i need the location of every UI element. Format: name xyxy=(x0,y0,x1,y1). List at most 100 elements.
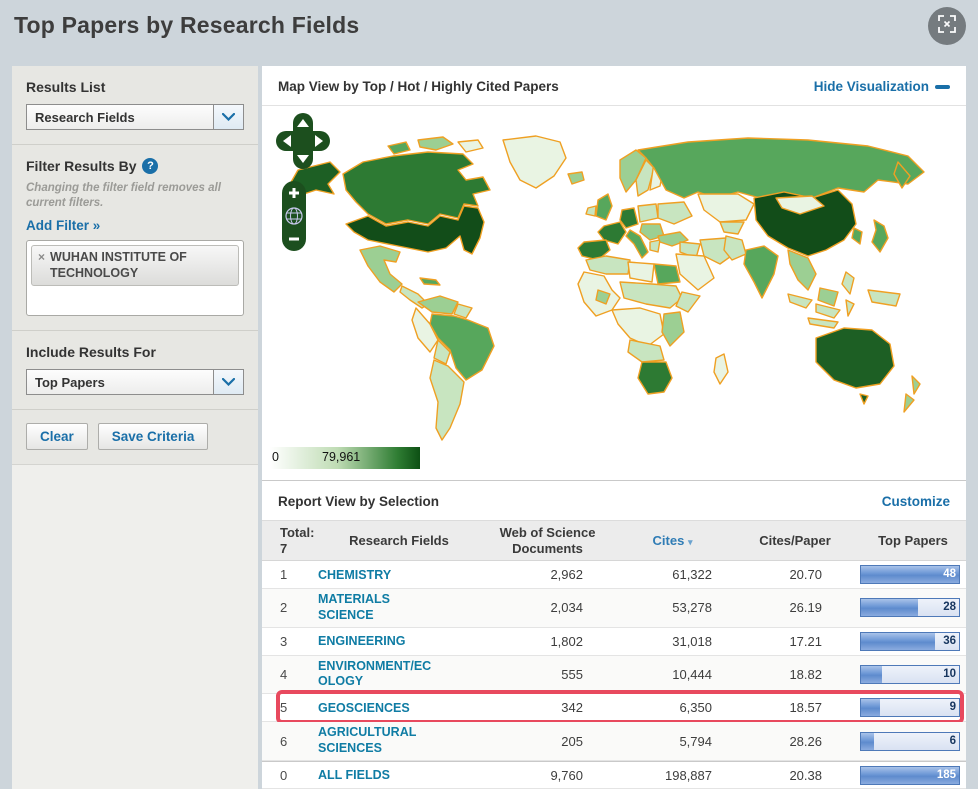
include-results-section: Include Results For Top Papers xyxy=(12,329,258,409)
zoom-control[interactable] xyxy=(282,181,306,251)
cites-per-paper-cell: 26.19 xyxy=(789,600,822,616)
filter-results-label: Filter Results By xyxy=(26,158,137,174)
filter-tag-label: WUHAN INSTITUTE OF TECHNOLOGY xyxy=(50,249,187,280)
remove-filter-icon[interactable]: × xyxy=(38,250,45,281)
top-papers-bar: 28 xyxy=(860,598,960,618)
top-papers-bar: 48 xyxy=(860,565,960,585)
cites-cell: 31,018 xyxy=(672,633,712,649)
field-link[interactable]: CHEMISTRY xyxy=(318,568,391,584)
cites-cell: 53,278 xyxy=(672,600,712,616)
report-section: Report View by Selection Customize Total… xyxy=(262,479,966,789)
field-link[interactable]: MATERIALS SCIENCE xyxy=(318,592,438,623)
research-fields-header: Research Fields xyxy=(349,532,449,548)
top-papers-bar: 6 xyxy=(860,731,960,751)
cites-cell: 5,794 xyxy=(679,733,712,749)
legend-min-label: 0 xyxy=(272,449,279,464)
cites-per-paper-header: Cites/Paper xyxy=(759,532,831,548)
cites-per-paper-cell: 18.57 xyxy=(789,700,822,716)
docs-cell: 1,802 xyxy=(550,633,583,649)
cites-per-paper-cell: 28.26 xyxy=(789,733,822,749)
table-header-row: Total: 7 Research Fields Web of Science … xyxy=(262,519,966,562)
cites-per-paper-cell: 18.82 xyxy=(789,667,822,683)
table-row: 3 ENGINEERING 1,802 31,018 17.21 36 xyxy=(262,628,966,656)
cites-cell: 61,322 xyxy=(672,567,712,583)
total-header: Total: 7 xyxy=(280,524,315,556)
customize-link[interactable]: Customize xyxy=(882,494,950,509)
rank-cell: 3 xyxy=(280,633,288,649)
cites-cell: 6,350 xyxy=(679,700,712,716)
include-results-label: Include Results For xyxy=(26,343,156,360)
wos-documents-header: Web of Science Documents xyxy=(499,524,596,556)
criteria-buttons-section: Clear Save Criteria xyxy=(12,408,258,464)
fullscreen-button[interactable] xyxy=(928,7,966,45)
filter-note: Changing the filter field removes all cu… xyxy=(26,182,221,209)
save-criteria-button[interactable]: Save Criteria xyxy=(97,422,209,450)
legend-max-label: 79,961 xyxy=(322,449,361,464)
minus-icon xyxy=(935,84,950,89)
hide-visualization-link[interactable]: Hide Visualization xyxy=(814,79,950,94)
table-row: 4 ENVIRONMENT/ECOLOGY 555 10,444 18.82 1… xyxy=(262,655,966,695)
cites-cell: 10,444 xyxy=(672,667,712,683)
cites-per-paper-cell: 20.70 xyxy=(789,567,822,583)
expand-icon xyxy=(937,14,957,39)
top-papers-bar: 9 xyxy=(860,698,960,718)
filter-box: × WUHAN INSTITUTE OF TECHNOLOGY xyxy=(26,239,244,316)
main-panel: Map View by Top / Hot / Highly Cited Pap… xyxy=(262,66,966,789)
include-results-value: Top Papers xyxy=(35,374,105,390)
cites-per-paper-cell: 17.21 xyxy=(789,633,822,649)
add-filter-link[interactable]: Add Filter » xyxy=(26,218,100,233)
chevron-down-icon xyxy=(213,105,243,129)
results-list-label: Results List xyxy=(26,79,106,95)
page-title: Top Papers by Research Fields xyxy=(14,12,360,38)
table-row: 6 AGRICULTURAL SCIENCES 205 5,794 28.26 … xyxy=(262,722,966,761)
table-row: 2 MATERIALS SCIENCE 2,034 53,278 26.19 2… xyxy=(262,589,966,628)
docs-cell: 342 xyxy=(561,700,583,716)
top-papers-bar: 185 xyxy=(860,765,960,785)
cites-header[interactable]: Cites ▾ xyxy=(615,533,730,549)
world-map[interactable] xyxy=(268,132,958,464)
top-papers-bar: 10 xyxy=(860,665,960,685)
sidebar-filler xyxy=(12,463,258,789)
cites-per-paper-cell: 20.38 xyxy=(789,767,822,783)
top-papers-header: Top Papers xyxy=(878,532,948,548)
docs-cell: 9,760 xyxy=(550,767,583,783)
content-area: Results List Research Fields Filter Resu… xyxy=(12,66,966,789)
sidebar: Results List Research Fields Filter Resu… xyxy=(12,66,258,789)
top-papers-bar: 36 xyxy=(860,631,960,651)
chevron-down-icon xyxy=(213,369,243,394)
filter-tag[interactable]: × WUHAN INSTITUTE OF TECHNOLOGY xyxy=(31,244,239,287)
field-link[interactable]: ENVIRONMENT/ECOLOGY xyxy=(318,659,438,690)
rank-cell: 5 xyxy=(280,700,288,716)
docs-cell: 205 xyxy=(561,733,583,749)
results-list-dropdown[interactable]: Research Fields xyxy=(26,104,244,130)
world-map-container: 0 79,961 xyxy=(262,105,966,480)
table-row: 1 CHEMISTRY 2,962 61,322 20.70 48 xyxy=(262,561,966,590)
map-controls xyxy=(276,112,330,256)
rank-cell: 2 xyxy=(280,600,288,616)
map-view-title: Map View by Top / Hot / Highly Cited Pap… xyxy=(278,79,559,94)
pan-control[interactable] xyxy=(276,112,330,170)
report-view-title: Report View by Selection xyxy=(278,493,440,509)
rank-cell: 1 xyxy=(280,567,288,583)
rank-cell: 6 xyxy=(280,733,288,749)
cites-cell: 198,887 xyxy=(665,767,712,783)
table-row-total: 0 ALL FIELDS 9,760 198,887 20.38 185 xyxy=(262,761,966,789)
filter-section: Filter Results By ? Changing the filter … xyxy=(12,144,258,330)
docs-cell: 555 xyxy=(561,667,583,683)
rank-cell: 0 xyxy=(280,767,288,783)
rank-cell: 4 xyxy=(280,667,288,683)
docs-cell: 2,034 xyxy=(550,600,583,616)
clear-button[interactable]: Clear xyxy=(26,422,88,450)
field-link[interactable]: ENGINEERING xyxy=(318,634,406,650)
map-legend: 0 79,961 xyxy=(270,446,420,469)
field-link[interactable]: ALL FIELDS xyxy=(318,768,390,784)
results-list-value: Research Fields xyxy=(35,110,135,125)
docs-cell: 2,962 xyxy=(550,567,583,583)
table-row: 5 GEOSCIENCES 342 6,350 18.57 9 xyxy=(262,690,966,725)
field-link[interactable]: GEOSCIENCES xyxy=(318,701,410,717)
results-list-section: Results List Research Fields xyxy=(12,66,258,144)
help-icon[interactable]: ? xyxy=(142,158,159,174)
sort-desc-icon: ▾ xyxy=(687,536,693,547)
include-results-dropdown[interactable]: Top Papers xyxy=(26,368,244,395)
field-link[interactable]: AGRICULTURAL SCIENCES xyxy=(318,725,438,756)
